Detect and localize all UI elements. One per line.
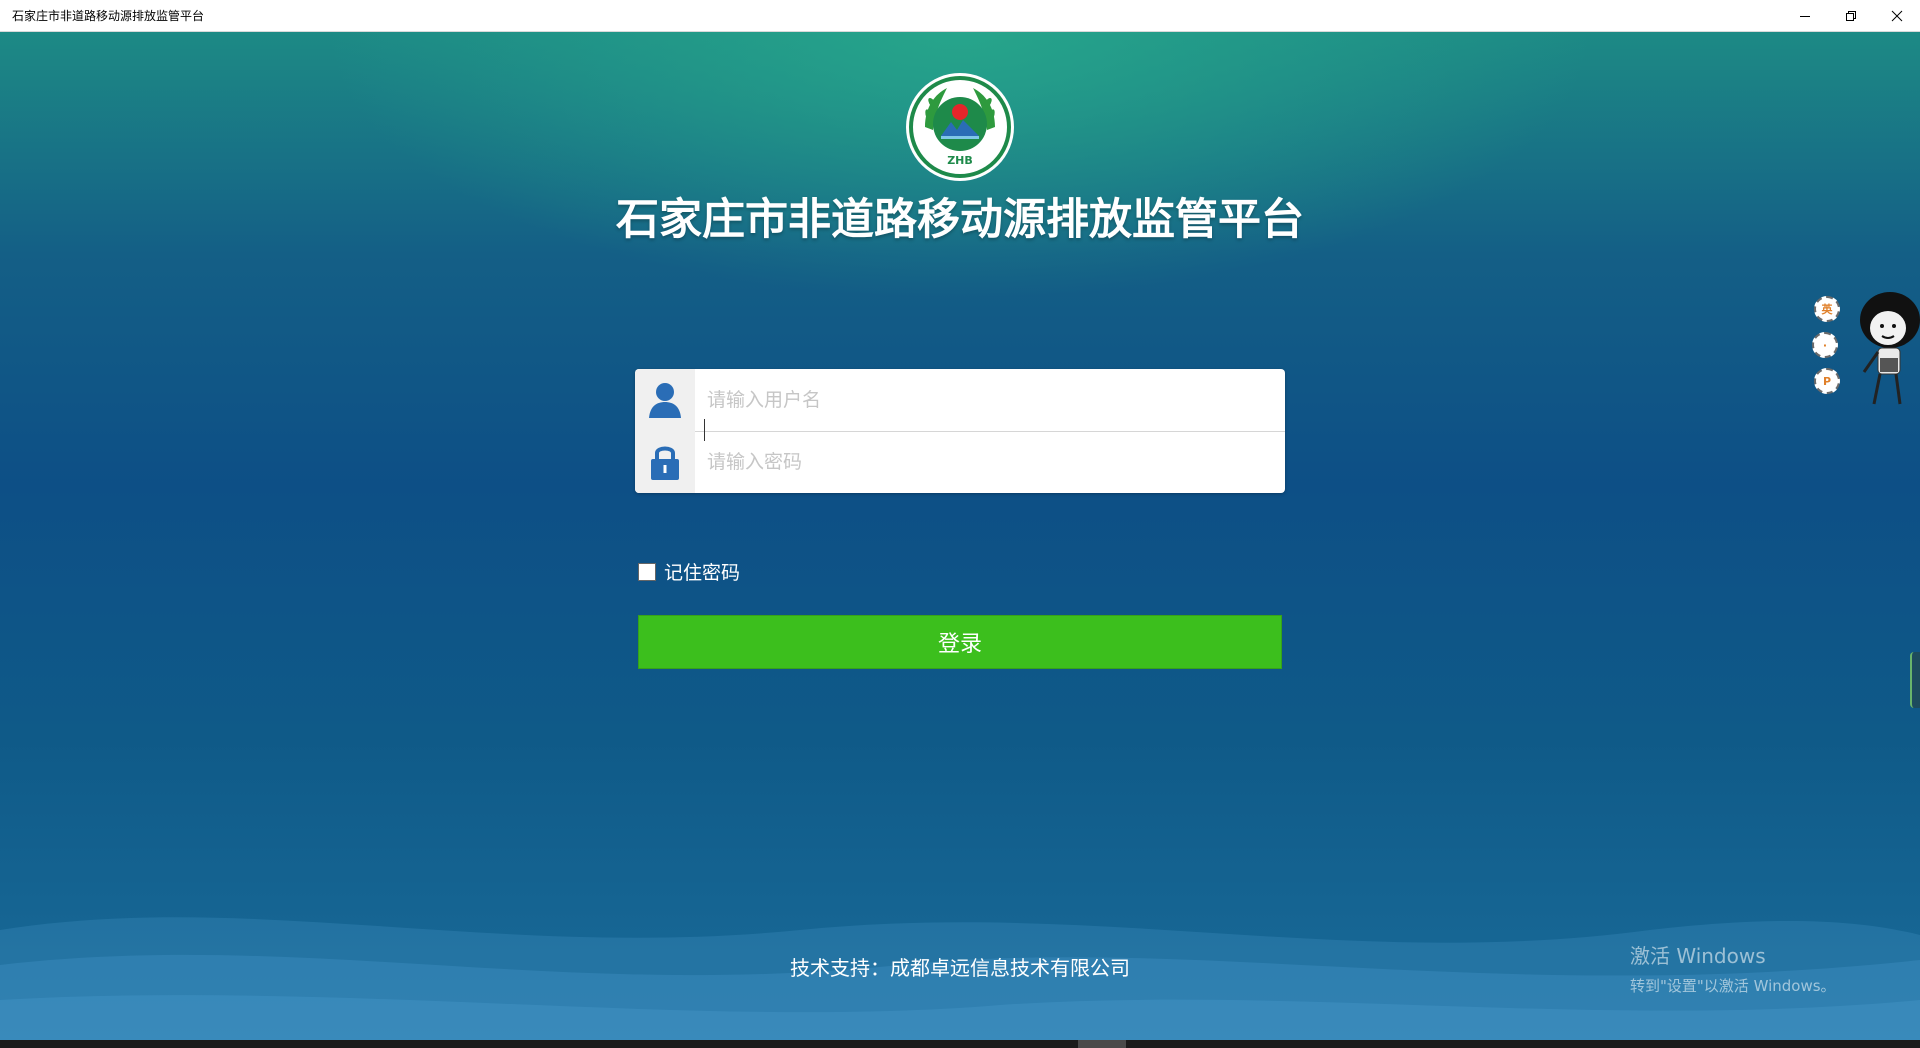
remember-label: 记住密码 (664, 562, 741, 584)
ime-bubble-punctuation[interactable]: · (1812, 332, 1838, 358)
logo-text: ZHB (947, 154, 973, 167)
side-panel-handle[interactable] (1910, 652, 1920, 708)
login-page (0, 32, 1920, 1040)
ime-bubble-tool[interactable]: P (1814, 368, 1840, 394)
windows-activation-watermark: 激活 Windows 转到"设置"以激活 Windows。 (1630, 940, 1836, 996)
close-button[interactable] (1874, 0, 1920, 32)
close-icon (1891, 10, 1903, 21)
zhb-logo: ZHB (906, 73, 1014, 181)
remember-password[interactable]: 记住密码 (638, 558, 740, 585)
lock-icon-box (635, 431, 695, 493)
remember-checkbox[interactable] (638, 562, 656, 581)
page-title: 石家庄市非道路移动源排放监管平台 (616, 195, 1304, 245)
taskbar-active-item[interactable] (1078, 1040, 1126, 1048)
login-form (635, 369, 1285, 493)
window-title: 石家庄市非道路移动源排放监管平台 (12, 9, 205, 23)
username-input[interactable] (695, 369, 1285, 431)
minimize-button[interactable] (1782, 0, 1828, 32)
watermark-line2: 转到"设置"以激活 Windows。 (1630, 977, 1836, 995)
ime-toolbar-widget[interactable]: 英 · P (1808, 288, 1920, 406)
minimize-icon (1800, 15, 1810, 17)
user-icon-box (635, 369, 695, 431)
watermark-line1: 激活 Windows (1630, 944, 1766, 968)
password-input[interactable] (695, 431, 1285, 493)
restore-button[interactable] (1828, 0, 1874, 32)
lock-icon (651, 446, 679, 480)
username-row (635, 369, 1285, 432)
window-title-bar: 石家庄市非道路移动源排放监管平台 (0, 0, 1920, 32)
user-icon (649, 383, 681, 418)
taskbar (0, 1040, 1920, 1048)
mascot-icon (1860, 292, 1920, 405)
password-row (635, 431, 1285, 493)
ime-bubble-english[interactable]: 英 (1814, 296, 1840, 322)
text-caret (704, 419, 705, 441)
restore-icon (1846, 10, 1856, 21)
login-button[interactable]: 登录 (638, 615, 1282, 669)
